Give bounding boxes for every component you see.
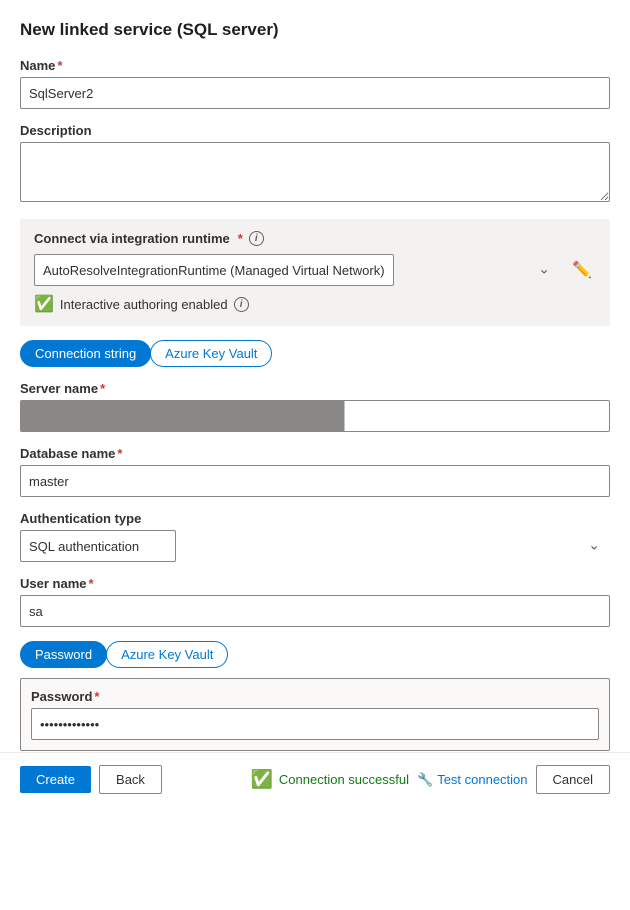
wrench-icon: 🔧 [417, 772, 433, 788]
test-connection-button[interactable]: 🔧 Test connection [417, 772, 528, 788]
ir-edit-button[interactable]: ✏️ [568, 256, 596, 284]
password-tab-group: Password Azure Key Vault [20, 641, 610, 668]
connection-success-icon: ✅ [251, 769, 273, 790]
footer-left: Create Back [20, 765, 162, 794]
auth-type-field-group: Authentication type SQL authentication W… [20, 511, 610, 562]
authoring-check-icon: ✅ [34, 294, 54, 314]
name-field-group: Name* [20, 58, 610, 109]
server-name-input[interactable] [20, 400, 610, 432]
ir-info-icon[interactable]: i [249, 231, 264, 246]
authoring-text: Interactive authoring enabled [60, 297, 228, 312]
tab-password-azure-key-vault[interactable]: Azure Key Vault [106, 641, 228, 668]
database-name-label: Database name* [20, 446, 610, 461]
tab-password[interactable]: Password [20, 641, 107, 668]
user-name-label: User name* [20, 576, 610, 591]
name-input[interactable] [20, 77, 610, 109]
back-button[interactable]: Back [99, 765, 162, 794]
auth-type-label: Authentication type [20, 511, 610, 526]
authoring-info-icon[interactable]: i [234, 297, 249, 312]
cancel-button[interactable]: Cancel [536, 765, 610, 794]
description-label: Description [20, 123, 610, 138]
server-name-label: Server name* [20, 381, 610, 396]
tab-connection-string[interactable]: Connection string [20, 340, 151, 367]
create-button[interactable]: Create [20, 766, 91, 793]
page-title: New linked service (SQL server) [20, 20, 610, 40]
integration-runtime-box: Connect via integration runtime * i Auto… [20, 219, 610, 326]
user-name-input[interactable] [20, 595, 610, 627]
tab-azure-key-vault[interactable]: Azure Key Vault [150, 340, 272, 367]
footer: Create Back ✅ Connection successful 🔧 Te… [0, 752, 630, 806]
user-name-field-group: User name* [20, 576, 610, 627]
password-input[interactable] [31, 708, 599, 740]
ir-label: Connect via integration runtime [34, 231, 230, 246]
ir-label-row: Connect via integration runtime * i [34, 231, 596, 246]
ir-dropdown-row: AutoResolveIntegrationRuntime (Managed V… [34, 254, 596, 286]
connection-tab-group: Connection string Azure Key Vault [20, 340, 610, 367]
password-section: Password* [20, 678, 610, 751]
password-label: Password* [31, 689, 599, 704]
auth-type-dropdown-wrapper: SQL authentication Windows authenticatio… [20, 530, 610, 562]
footer-right: ✅ Connection successful 🔧 Test connectio… [251, 765, 611, 794]
description-input[interactable] [20, 142, 610, 202]
ir-dropdown[interactable]: AutoResolveIntegrationRuntime (Managed V… [34, 254, 394, 286]
name-label: Name* [20, 58, 610, 73]
password-field-group: Password* [31, 689, 599, 740]
description-field-group: Description [20, 123, 610, 205]
auth-type-dropdown[interactable]: SQL authentication Windows authenticatio… [20, 530, 176, 562]
ir-dropdown-wrapper: AutoResolveIntegrationRuntime (Managed V… [34, 254, 560, 286]
database-name-field-group: Database name* [20, 446, 610, 497]
server-name-field-group: Server name* [20, 381, 610, 432]
authoring-row: ✅ Interactive authoring enabled i [34, 294, 596, 314]
connection-success-message: ✅ Connection successful [251, 769, 410, 790]
database-name-input[interactable] [20, 465, 610, 497]
